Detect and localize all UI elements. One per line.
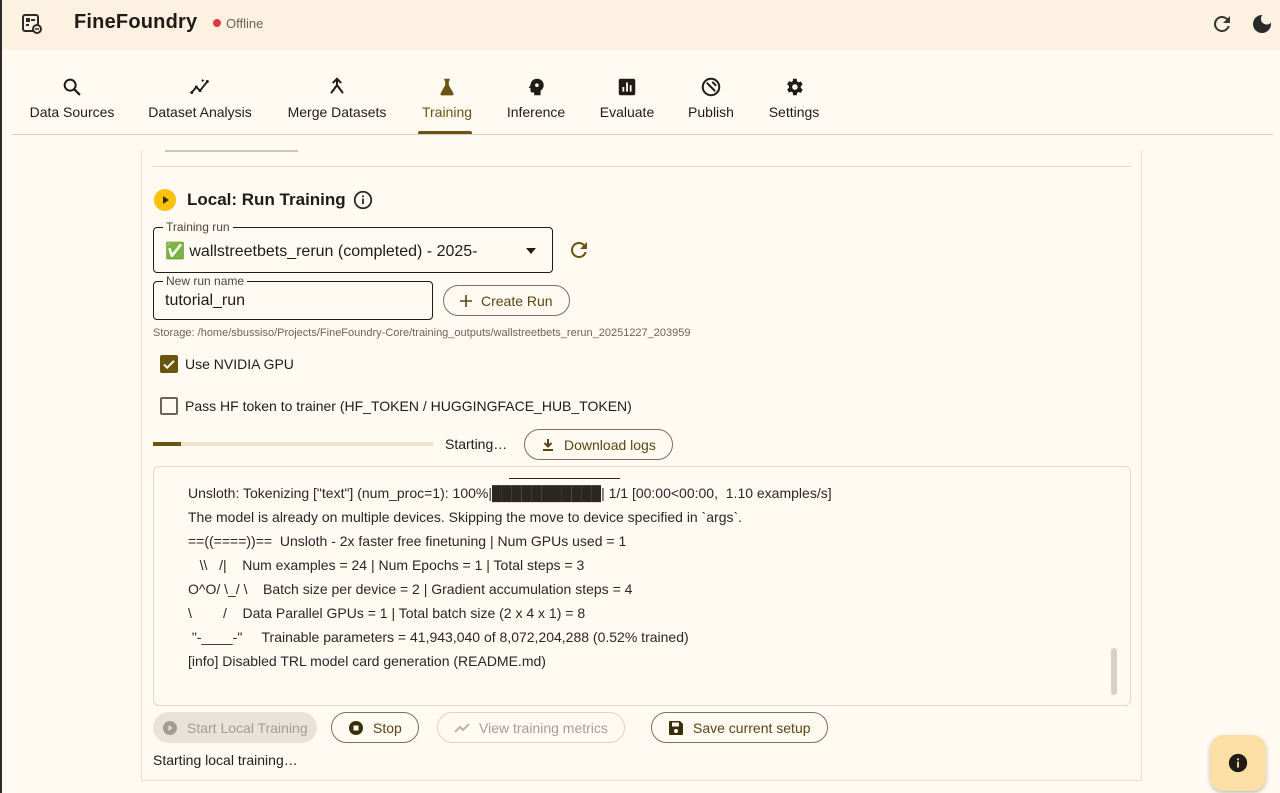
plus-icon bbox=[460, 294, 472, 307]
storage-path: Storage: /home/sbussiso/Projects/FineFou… bbox=[153, 327, 691, 339]
status-indicator bbox=[213, 19, 221, 27]
info-fab-button[interactable] bbox=[1210, 735, 1266, 791]
tab-evaluate[interactable]: Evaluate bbox=[596, 70, 658, 135]
psychology-icon bbox=[528, 78, 544, 96]
view-training-metrics-button[interactable]: View training metrics bbox=[437, 712, 625, 743]
previous-field-underline bbox=[165, 150, 298, 152]
stop-circle-icon bbox=[349, 720, 363, 735]
log-lines: Unsloth: Tokenizing ["text"] (num_proc=1… bbox=[188, 484, 832, 676]
publish-icon bbox=[701, 77, 721, 97]
chevron-down-icon bbox=[526, 248, 536, 254]
tab-dataset-analysis[interactable]: Dataset Analysis bbox=[144, 70, 256, 135]
new-run-name-value: tutorial_run bbox=[165, 292, 246, 309]
save-setup-label: Save current setup bbox=[693, 719, 811, 736]
tab-label: Inference bbox=[506, 104, 566, 120]
log-line: "-____-" Trainable parameters = 41,943,0… bbox=[188, 629, 689, 645]
log-line: The model is already on multiple devices… bbox=[188, 509, 743, 525]
stop-button[interactable]: Stop bbox=[331, 712, 419, 743]
tab-label: Merge Datasets bbox=[287, 104, 387, 120]
log-line: \\ /| Num examples = 24 | Num Epochs = 1… bbox=[188, 557, 585, 573]
tab-label: Data Sources bbox=[29, 104, 115, 120]
log-line: ==((====))== Unsloth - 2x faster free fi… bbox=[188, 533, 627, 549]
tab-label: Settings bbox=[768, 104, 820, 120]
status-text: Offline bbox=[226, 16, 264, 31]
tab-data-sources[interactable]: Data Sources bbox=[28, 70, 116, 135]
progress-fill bbox=[153, 442, 181, 446]
tab-label: Dataset Analysis bbox=[148, 104, 252, 120]
tab-label: Evaluate bbox=[599, 104, 655, 120]
use-gpu-label: Use NVIDIA GPU bbox=[185, 356, 294, 372]
dark-mode-icon[interactable] bbox=[1250, 12, 1274, 36]
checkmark-icon bbox=[163, 360, 175, 370]
play-section-icon bbox=[154, 189, 176, 211]
create-run-button[interactable]: Create Run bbox=[443, 285, 570, 316]
tab-publish[interactable]: Publish bbox=[684, 70, 738, 135]
start-training-label: Start Local Training bbox=[187, 719, 308, 736]
app-title: FineFoundry bbox=[74, 11, 198, 33]
hf-token-checkbox[interactable] bbox=[160, 397, 178, 415]
download-logs-button[interactable]: Download logs bbox=[524, 429, 673, 460]
section-title: Local: Run Training bbox=[187, 190, 346, 209]
training-run-dropdown[interactable]: Training run ✅ wallstreetbets_rerun (com… bbox=[153, 220, 553, 273]
tabs-divider bbox=[12, 134, 1273, 135]
tab-training[interactable]: Training bbox=[418, 70, 476, 135]
new-run-name-label: New run name bbox=[163, 274, 248, 288]
search-icon bbox=[63, 78, 81, 96]
tab-inference[interactable]: Inference bbox=[502, 70, 570, 135]
hf-token-label: Pass HF token to trainer (HF_TOKEN / HUG… bbox=[185, 398, 632, 414]
log-line: \ / Data Parallel GPUs = 1 | Total batch… bbox=[188, 605, 586, 621]
tab-label: Training bbox=[421, 104, 473, 120]
refresh-app-icon[interactable] bbox=[1210, 12, 1234, 36]
app-bar: FineFoundry Offline bbox=[2, 0, 1280, 50]
gear-icon bbox=[787, 78, 803, 96]
log-line: O^O/ \_/ \ Batch size per device = 2 | G… bbox=[188, 581, 633, 597]
main-tabs: Data Sources Dataset Analysis Merge Data… bbox=[2, 50, 1280, 135]
training-run-label: Training run bbox=[163, 220, 233, 234]
info-filled-icon bbox=[1228, 753, 1248, 773]
training-run-value: ✅ wallstreetbets_rerun (completed) - 202… bbox=[165, 243, 478, 260]
create-run-label: Create Run bbox=[481, 292, 553, 309]
training-log-output[interactable]: Unsloth: Tokenizing ["text"] (num_proc=1… bbox=[153, 466, 1131, 706]
tab-label: Publish bbox=[688, 104, 734, 120]
download-logs-label: Download logs bbox=[564, 436, 656, 453]
start-local-training-button[interactable]: Start Local Training bbox=[153, 712, 317, 743]
info-icon[interactable] bbox=[352, 189, 374, 211]
tab-settings[interactable]: Settings bbox=[764, 70, 824, 135]
app-logo-icon bbox=[22, 14, 42, 34]
log-line: Unsloth: Tokenizing ["text"] (num_proc=1… bbox=[188, 485, 832, 501]
training-progress-bar bbox=[153, 442, 433, 446]
log-scrollbar[interactable] bbox=[1111, 648, 1117, 695]
progress-status: Starting… bbox=[445, 436, 508, 452]
section-divider bbox=[153, 166, 1131, 167]
insights-icon bbox=[190, 78, 209, 94]
view-metrics-label: View training metrics bbox=[479, 719, 608, 736]
merge-icon bbox=[330, 77, 344, 94]
use-gpu-checkbox[interactable] bbox=[160, 355, 178, 373]
flask-icon bbox=[440, 78, 454, 96]
play-circle-icon bbox=[163, 720, 177, 735]
stop-label: Stop bbox=[373, 719, 402, 736]
bar-chart-icon bbox=[618, 78, 636, 96]
training-status-text: Starting local training… bbox=[153, 752, 298, 768]
save-icon bbox=[669, 720, 683, 735]
new-run-name-field[interactable]: New run name tutorial_run bbox=[153, 274, 433, 320]
download-icon bbox=[543, 438, 553, 451]
trending-up-icon bbox=[454, 722, 470, 733]
tab-merge-datasets[interactable]: Merge Datasets bbox=[284, 70, 390, 135]
log-progress-bar-topline bbox=[509, 478, 620, 479]
refresh-runs-icon[interactable] bbox=[567, 238, 591, 262]
log-line: [info] Disabled TRL model card generatio… bbox=[188, 653, 546, 669]
save-current-setup-button[interactable]: Save current setup bbox=[651, 712, 828, 743]
